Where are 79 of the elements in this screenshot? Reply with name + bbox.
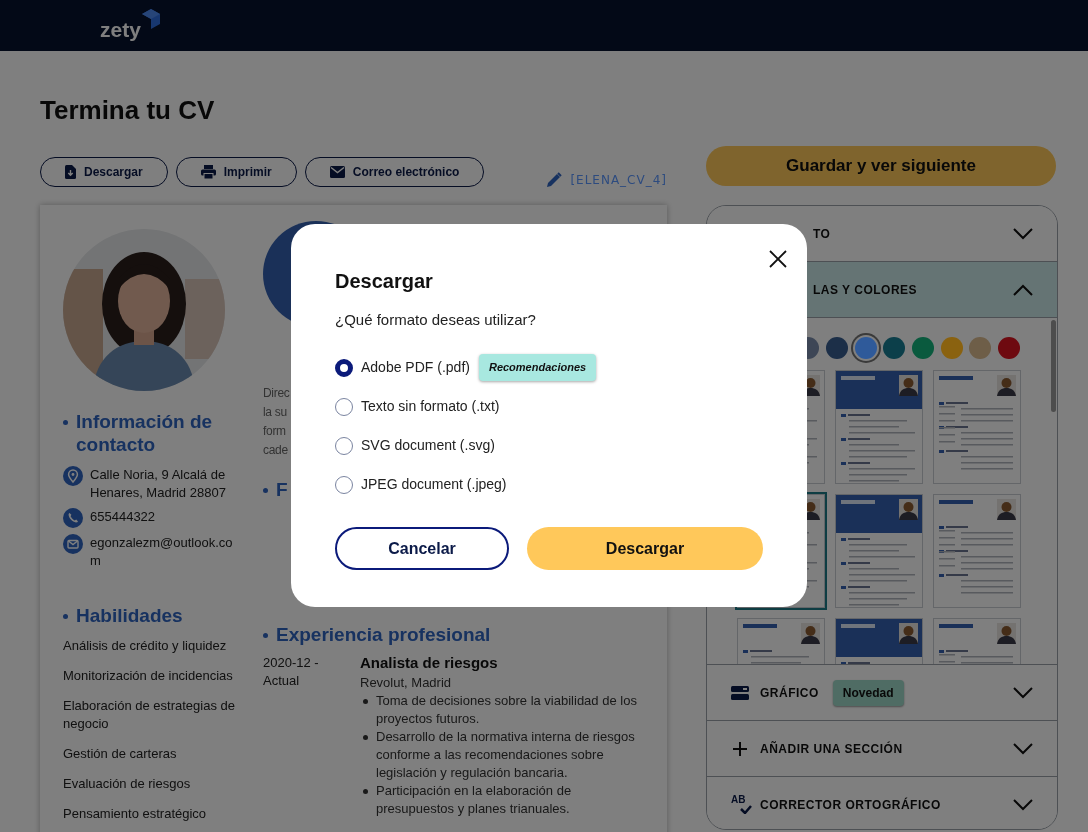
contact-text: Calle Noria, 9 Alcalá de Henares, Madrid 28807 — [90, 466, 227, 502]
plus-icon — [733, 741, 747, 756]
envelope-icon — [329, 166, 345, 178]
skill-item: Pensamiento estratégico — [63, 805, 208, 823]
section-label: CORRECTOR ORTOGRÁFICO — [760, 796, 941, 814]
radio-button[interactable] — [335, 358, 353, 377]
toolbar-button[interactable]: Imprimir — [175, 157, 297, 187]
template-thumbnail[interactable] — [835, 494, 923, 608]
section-label: TO — [813, 225, 831, 243]
printer-icon — [200, 165, 216, 179]
save-button[interactable]: Guardar y ver siguiente — [706, 146, 1056, 186]
cube-icon — [141, 9, 160, 29]
summary-text: Direc — [263, 385, 290, 402]
option-label[interactable]: JPEG document (.jpeg) — [361, 474, 507, 495]
color-swatch[interactable] — [854, 337, 877, 359]
close-button[interactable] — [769, 250, 787, 268]
page-title: Termina tu CV — [40, 95, 216, 125]
contact-text: 655444322 — [90, 508, 157, 526]
new-badge: Novedad — [832, 679, 904, 706]
summary-text: form — [263, 423, 286, 440]
section-heading: Experiencia profesional — [276, 623, 491, 646]
section-heading: Información de contacto — [76, 410, 214, 456]
job-title: Analista de riesgos — [360, 653, 499, 673]
contact-text: egonzalezm@outlook.com — [90, 534, 234, 570]
template-thumbnail[interactable] — [933, 370, 1021, 484]
skill-item: Elaboración de estrategias de negocio — [63, 697, 236, 733]
location-pin-icon — [63, 466, 83, 486]
job-bullet-text: Toma de decisiones sobre la viabilidad de los proyectos futuros. — [376, 692, 638, 728]
section-heading: Habilidades — [76, 604, 183, 627]
skill-item: Evaluación de riesgos — [63, 775, 192, 793]
color-swatch[interactable] — [883, 337, 906, 359]
chevron-down-icon — [1013, 686, 1033, 699]
color-swatch[interactable] — [911, 337, 934, 359]
section-label: GRÁFICO — [760, 684, 819, 702]
recommended-badge: Recomendaciones — [478, 354, 597, 381]
dialog-title: Descargar — [335, 269, 434, 294]
summary-text: la su — [263, 404, 287, 421]
color-swatch[interactable] — [825, 337, 848, 359]
pencil-icon — [546, 172, 563, 188]
radio-button[interactable] — [335, 397, 353, 416]
skill-item: Análisis de crédito y liquidez — [63, 637, 228, 655]
section-heading: F — [276, 478, 288, 501]
toggle-bars-icon — [731, 685, 749, 700]
phone-icon — [63, 508, 83, 528]
toolbar-button[interactable]: Correo electrónico — [304, 157, 485, 187]
section-label: LAS Y COLORES — [813, 281, 918, 299]
radio-button[interactable] — [335, 436, 353, 455]
check-icon — [740, 804, 752, 814]
chevron-down-icon — [1013, 227, 1033, 240]
job-bullet-text: Participación en la elaboración de presupuestos y planes trianuales. — [376, 782, 573, 818]
chevron-down-icon — [1013, 798, 1033, 811]
option-label[interactable]: Adobe PDF (.pdf) — [361, 357, 470, 378]
job-company: Revolut, Madrid — [360, 674, 453, 692]
cancel-button[interactable]: Cancelar — [335, 527, 509, 570]
skill-item: Gestión de carteras — [63, 745, 178, 763]
toolbar-button[interactable]: Descargar — [40, 157, 168, 187]
envelope-icon — [63, 534, 83, 554]
logo[interactable]: zety — [100, 19, 141, 40]
spellcheck-icon: AB — [731, 794, 753, 815]
radio-button[interactable] — [335, 475, 353, 494]
job-dates: 2020-12 - Actual — [263, 654, 320, 690]
template-thumbnail[interactable] — [933, 494, 1021, 608]
section-label: AÑADIR UNA SECCIÓN — [760, 740, 903, 758]
color-swatch[interactable] — [969, 337, 992, 359]
chevron-up-icon — [1013, 283, 1033, 296]
color-swatch[interactable] — [998, 337, 1020, 359]
skill-item: Monitorización de incidencias — [63, 667, 234, 685]
template-thumbnail[interactable] — [835, 370, 923, 484]
color-swatch[interactable] — [940, 337, 963, 359]
chevron-down-icon — [1013, 742, 1033, 755]
option-label[interactable]: Texto sin formato (.txt) — [361, 396, 500, 417]
job-bullet-text: Desarrollo de la normativa interna de riesgos conforme a las recomendaciones sobre legislación y regulación bancaria. — [376, 728, 636, 782]
scrollbar[interactable] — [1051, 320, 1056, 412]
close-icon — [769, 250, 787, 268]
dialog-question: ¿Qué formato deseas utilizar? — [335, 310, 537, 330]
download-button[interactable]: Descargar — [527, 527, 763, 570]
option-label[interactable]: SVG document (.svg) — [361, 435, 495, 456]
document-icon — [65, 165, 76, 179]
summary-text: cade — [263, 442, 288, 459]
